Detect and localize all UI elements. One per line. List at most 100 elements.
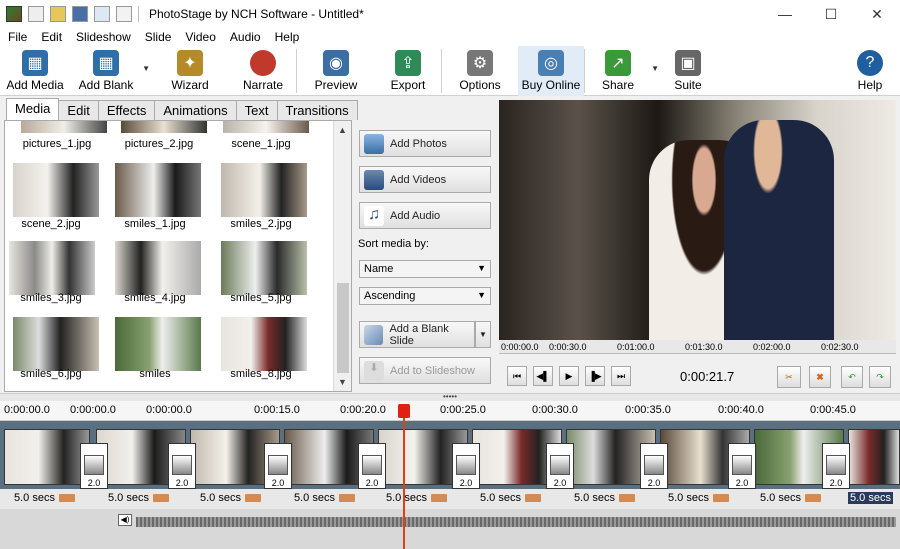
chevron-down-icon[interactable]: ▼ xyxy=(142,64,150,73)
transition-marker[interactable]: 2.0 xyxy=(358,443,386,489)
add-blank-slide-button[interactable]: Add a Blank Slide xyxy=(359,321,475,348)
clip-duration[interactable]: 5.0 secs xyxy=(668,492,729,504)
save-icon[interactable] xyxy=(72,6,88,22)
media-thumbnail[interactable] xyxy=(13,163,99,217)
media-thumbnail[interactable] xyxy=(115,241,201,295)
cut-button[interactable]: ✂ xyxy=(777,366,801,388)
transition-marker[interactable]: 2.0 xyxy=(80,443,108,489)
rotate-right-button[interactable]: ↷ xyxy=(869,366,891,388)
media-thumbnail[interactable] xyxy=(221,241,307,295)
slide-clip[interactable] xyxy=(4,429,90,485)
export-button[interactable]: ⇪ Export xyxy=(375,46,441,96)
help-button[interactable]: ? Help xyxy=(840,46,900,96)
media-thumbnail[interactable] xyxy=(9,241,95,295)
maximize-button[interactable]: ☐ xyxy=(808,0,854,28)
speaker-icon[interactable]: ◀) xyxy=(118,514,132,526)
skip-end-button[interactable]: ⏭ xyxy=(611,366,631,386)
open-folder-icon[interactable] xyxy=(50,6,66,22)
clip-duration[interactable]: 5.0 secs xyxy=(480,492,541,504)
add-to-slideshow-button[interactable]: ⬇ Add to Slideshow xyxy=(359,357,491,384)
playhead-handle[interactable] xyxy=(398,404,410,418)
clip-duration[interactable]: 5.0 secs xyxy=(386,492,447,504)
media-thumbnail[interactable] xyxy=(115,163,201,217)
add-media-button[interactable]: ▦ Add Media xyxy=(0,46,70,96)
media-thumbnail[interactable] xyxy=(221,317,307,371)
play-button[interactable]: ▶ xyxy=(559,366,579,386)
wizard-icon: ✦ xyxy=(177,50,203,76)
wizard-button[interactable]: ✦ Wizard xyxy=(150,46,230,96)
narrate-button[interactable]: Narrate xyxy=(230,46,296,96)
options-button[interactable]: ⚙ Options xyxy=(442,46,518,96)
clip-duration[interactable]: 5.0 secs xyxy=(108,492,169,504)
media-thumbnail[interactable] xyxy=(221,163,307,217)
suite-button[interactable]: ▣ Suite xyxy=(651,46,725,96)
media-scrollbar[interactable]: ▲ ▼ xyxy=(333,121,351,391)
transition-marker[interactable]: 2.0 xyxy=(168,443,196,489)
slide-clip[interactable] xyxy=(848,429,900,485)
timeline-ruler[interactable]: 0:00:00.0 0:00:00.0 0:00:00.0 0:00:15.0 … xyxy=(0,401,900,421)
tab-text[interactable]: Text xyxy=(235,100,278,120)
media-label: smiles_2.jpg xyxy=(230,218,292,230)
media-thumbnail[interactable] xyxy=(121,121,207,133)
share-button[interactable]: ↗ Share ▼ xyxy=(585,46,659,96)
step-back-button[interactable]: ◀▌ xyxy=(533,366,553,386)
scrollbar-thumb[interactable] xyxy=(337,283,349,373)
new-file-icon[interactable] xyxy=(28,6,44,22)
blank-slide-dropdown[interactable]: ▼ xyxy=(475,321,491,348)
panel-divider[interactable]: ••••• xyxy=(0,393,900,401)
step-forward-button[interactable]: ▐▶ xyxy=(585,366,605,386)
transition-marker[interactable]: 2.0 xyxy=(546,443,574,489)
tab-edit[interactable]: Edit xyxy=(58,100,99,120)
rotate-left-button[interactable]: ↶ xyxy=(841,366,863,388)
transition-marker[interactable]: 2.0 xyxy=(728,443,756,489)
redo-icon[interactable] xyxy=(116,6,132,22)
clip-duration[interactable]: 5.0 secs xyxy=(200,492,261,504)
transition-marker[interactable]: 2.0 xyxy=(822,443,850,489)
transition-marker[interactable]: 2.0 xyxy=(264,443,292,489)
undo-icon[interactable] xyxy=(94,6,110,22)
main-toolbar: ▦ Add Media ▦ Add Blank ▼ ✦ Wizard Narrate ◉… xyxy=(0,46,900,96)
scroll-up-icon[interactable]: ▲ xyxy=(338,125,347,135)
delete-button[interactable]: ✖ xyxy=(809,366,831,388)
clip-duration[interactable]: 5.0 secs xyxy=(14,492,75,504)
preview-icon: ◉ xyxy=(323,50,349,76)
menu-audio[interactable]: Audio xyxy=(222,30,267,44)
sort-select[interactable]: Name ▼ xyxy=(359,260,491,278)
add-photos-button[interactable]: Add Photos xyxy=(359,130,491,157)
clip-duration-selected[interactable]: 5.0 secs xyxy=(848,492,893,504)
menu-video[interactable]: Video xyxy=(177,30,221,44)
minimize-button[interactable]: — xyxy=(762,0,808,28)
order-select[interactable]: Ascending ▼ xyxy=(359,287,491,305)
menu-slideshow[interactable]: Slideshow xyxy=(68,30,137,44)
media-label: scene_1.jpg xyxy=(231,138,291,150)
add-videos-button[interactable]: Add Videos xyxy=(359,166,491,193)
media-thumbnail[interactable] xyxy=(115,317,201,371)
media-thumbnail[interactable] xyxy=(223,121,309,133)
ruler-label: 0:00:25.0 xyxy=(440,404,486,416)
preview-button[interactable]: ◉ Preview xyxy=(297,46,375,96)
menu-file[interactable]: File xyxy=(0,30,33,44)
add-blank-button[interactable]: ▦ Add Blank ▼ xyxy=(70,46,150,96)
tab-transitions[interactable]: Transitions xyxy=(276,100,358,120)
menu-help[interactable]: Help xyxy=(267,30,306,44)
ruler-label: 0:01:30.0 xyxy=(685,342,723,352)
tab-animations[interactable]: Animations xyxy=(154,100,237,120)
close-button[interactable]: ✕ xyxy=(854,0,900,28)
buy-online-button[interactable]: ◎ Buy Online xyxy=(518,46,584,96)
audio-track[interactable] xyxy=(0,509,900,549)
tab-media[interactable]: Media xyxy=(6,98,60,120)
clip-duration[interactable]: 5.0 secs xyxy=(760,492,821,504)
media-thumbnail[interactable] xyxy=(13,317,99,371)
menu-edit[interactable]: Edit xyxy=(33,30,68,44)
add-audio-button[interactable]: ♫ Add Audio xyxy=(359,202,491,229)
tab-effects[interactable]: Effects xyxy=(97,100,156,120)
menu-slide[interactable]: Slide xyxy=(137,30,178,44)
transition-marker[interactable]: 2.0 xyxy=(452,443,480,489)
skip-start-button[interactable]: ⏮ xyxy=(507,366,527,386)
clip-duration[interactable]: 5.0 secs xyxy=(574,492,635,504)
transition-marker[interactable]: 2.0 xyxy=(640,443,668,489)
scroll-down-icon[interactable]: ▼ xyxy=(338,377,347,387)
media-thumbnail[interactable] xyxy=(21,121,107,133)
preview-ruler[interactable]: 0:00:00.0 0:00:30.0 0:01:00.0 0:01:30.0 … xyxy=(499,340,896,354)
clip-duration[interactable]: 5.0 secs xyxy=(294,492,355,504)
